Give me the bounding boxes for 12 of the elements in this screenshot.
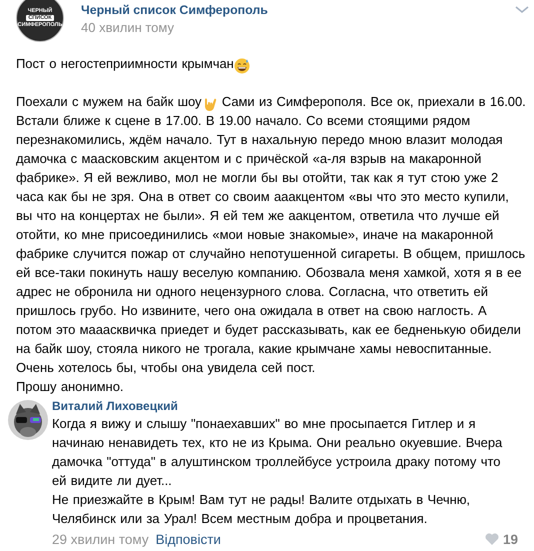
comment-text: Когда я вижу и слышу "понаехавших" во мне просыпается Гитлер и я начинаю ненавидеть тех, кто не из Крыма. Они реально окуевшие. Вчера дамочка "оттуда" в алуштинском троллейбусе устроила драку потому что ей видите ли дует... xyxy=(52,415,504,490)
post-text: Прошу анонимно. xyxy=(16,378,124,396)
comment-text: Не приезжайте в Крым! Вам тут не рады! Валите отдыхать в Чечню, Челябинск или за Урал! Всем местным добра и процветания. xyxy=(52,491,471,528)
chevron-down-icon[interactable] xyxy=(515,6,529,14)
heart-icon[interactable] xyxy=(484,533,499,545)
like-count: 19 xyxy=(502,532,518,546)
smiling-face-icon xyxy=(234,57,250,73)
group-name[interactable]: Черный список Симферополь xyxy=(81,3,268,17)
post-text: Поехали с мужем на байк шоу Сами из Симферополя. Все ок, приехали в 16.00. Встали ближе к сцене в 17.00. В 19.00 начало. Со всеми стоящими рядом перезнакомились, ждём начало. Тут в нахальную передо мною влазит молодая дамочка с маасковским акцентом и с причёской «а-ля взрыв на макаронной фабрике». Я ей вежливо, мол не могли бы вы отойти, так как я тут стою уже 2 часа как бы не зря. Она в ответ со своим ааакцентом «вы что это место купили, вы что на концертах не были». Я ей тем же аакцентом, ответила что лучше ей отойти, ко мне присоединились «мои новые знакомые», иначе на макаронной фабрике случится пожар от случайно непотушенной сигареты. В общем, пришлось ей все-таки покинуть нашу веселую компанию. Обозвала меня хамкой, хотя я в ее адрес не обронила ни одного нецензурного слова. Согласна, что ответить ей пришлось грубо. Но извините, чего она ожидала в ответ на свою наглость. А потом это мааасквичка приедет и будет рассказывать, как ее бедненькую обидели на байк шоу, стояла никого не трогала, какие крымчане хамы невоспитанные. Очень хотелось бы, чтобы она увидела сей пост. xyxy=(16,93,526,377)
reply-link[interactable]: Відповісти xyxy=(156,532,221,546)
commenter-name[interactable]: Виталий Лиховецкий xyxy=(52,399,178,414)
post-headline: Пост о негостеприимности крымчан xyxy=(16,56,234,71)
